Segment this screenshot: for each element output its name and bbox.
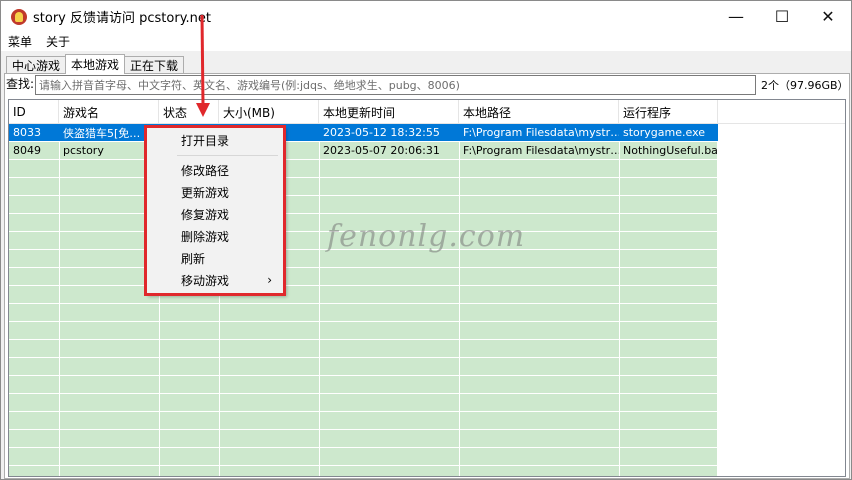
tab-strip: 中心游戏 本地游戏 正在下载 <box>6 54 185 74</box>
search-input[interactable] <box>35 75 756 95</box>
context-menu: 打开目录 修改路径 更新游戏 修复游戏 删除游戏 刷新 移动游戏 › <box>146 127 285 295</box>
context-menu-separator <box>177 155 278 156</box>
cell-path: F:\Program Filesdata\mystr… <box>463 144 619 157</box>
column-header-updated[interactable]: 本地更新时间 <box>319 100 459 124</box>
game-count-label: 2个（97.96GB） <box>761 79 849 92</box>
close-button[interactable]: ✕ <box>805 1 851 32</box>
column-header-size[interactable]: 大小(MB) <box>219 100 319 124</box>
column-divider <box>319 124 320 476</box>
column-divider <box>717 124 718 476</box>
list-header: ID 游戏名 状态 大小(MB) 本地更新时间 本地路径 运行程序 <box>9 100 845 124</box>
menu-bar: 菜单 关于 <box>1 32 851 51</box>
app-window: story 反馈请访问 pcstory.net — ☐ ✕ 菜单 关于 中心游戏… <box>0 0 852 480</box>
column-divider <box>59 124 60 476</box>
context-menu-delete-game[interactable]: 删除游戏 <box>147 225 284 247</box>
cell-updated: 2023-05-12 18:32:55 <box>323 126 440 139</box>
cell-path: F:\Program Filesdata\mystr… <box>463 126 619 139</box>
game-list[interactable]: ID 游戏名 状态 大小(MB) 本地更新时间 本地路径 运行程序 8033 侠… <box>8 99 846 477</box>
context-menu-move-game[interactable]: 移动游戏 › <box>147 269 284 291</box>
cell-id: 8049 <box>13 144 41 157</box>
context-menu-update-game[interactable]: 更新游戏 <box>147 181 284 203</box>
column-divider <box>619 124 620 476</box>
column-header-id[interactable]: ID <box>9 100 59 124</box>
menu-item-about[interactable]: 关于 <box>39 33 77 50</box>
maximize-button[interactable]: ☐ <box>759 1 805 32</box>
tab-local-games[interactable]: 本地游戏 <box>65 54 126 74</box>
cell-name: pcstory <box>63 144 104 157</box>
context-menu-change-path[interactable]: 修改路径 <box>147 159 284 181</box>
cell-updated: 2023-05-07 20:06:31 <box>323 144 440 157</box>
minimize-button[interactable]: — <box>713 1 759 32</box>
cell-id: 8033 <box>13 126 41 139</box>
context-menu-refresh[interactable]: 刷新 <box>147 247 284 269</box>
tab-downloading[interactable]: 正在下载 <box>124 56 185 74</box>
column-divider <box>459 124 460 476</box>
cell-exe: storygame.exe <box>623 126 706 139</box>
tab-center-games[interactable]: 中心游戏 <box>6 56 67 74</box>
column-header-exe[interactable]: 运行程序 <box>619 100 718 124</box>
cell-exe: NothingUseful.bat <box>623 144 718 157</box>
column-header-name[interactable]: 游戏名 <box>59 100 159 124</box>
window-title: story 反馈请访问 pcstory.net <box>33 11 212 26</box>
cell-name: 侠盗猎车5[免… <box>63 126 141 140</box>
table-row[interactable]: 8033 侠盗猎车5[免… 2023-05-12 18:32:55 F:\Pro… <box>9 124 718 141</box>
context-menu-move-game-label: 移动游戏 <box>181 273 230 288</box>
search-label: 查找: <box>6 77 35 91</box>
table-row[interactable]: 8049 pcstory 2023-05-07 20:06:31 F:\Prog… <box>9 142 718 159</box>
column-header-path[interactable]: 本地路径 <box>459 100 619 124</box>
app-logo-icon <box>11 8 27 25</box>
context-menu-open-folder[interactable]: 打开目录 <box>147 128 284 152</box>
title-bar[interactable]: story 反馈请访问 pcstory.net — ☐ ✕ <box>1 1 851 32</box>
submenu-arrow-icon: › <box>267 273 272 287</box>
list-body <box>9 124 718 476</box>
context-menu-repair-game[interactable]: 修复游戏 <box>147 203 284 225</box>
menu-item-menu[interactable]: 菜单 <box>1 33 39 50</box>
column-header-status[interactable]: 状态 <box>159 100 219 124</box>
